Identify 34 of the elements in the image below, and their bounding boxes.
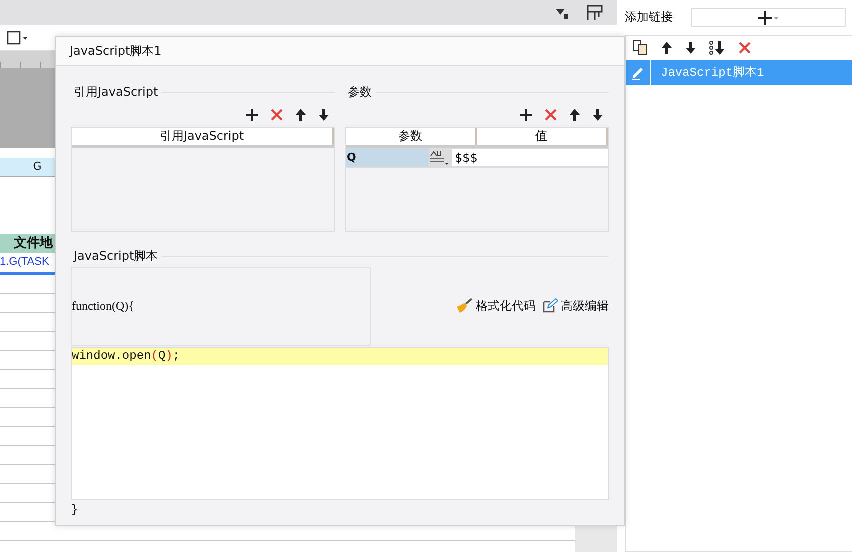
column-header: 引用JavaScript [72, 128, 334, 145]
move-up-icon[interactable] [295, 108, 307, 122]
section-legend: 引用JavaScript [71, 84, 158, 100]
column-header: 值 [477, 128, 608, 145]
move-down-icon[interactable] [592, 108, 604, 122]
column-header: 参数 [346, 128, 477, 145]
move-down-icon[interactable] [318, 108, 330, 122]
edit-icon [542, 298, 558, 314]
broom-icon [455, 298, 473, 314]
add-link-label: 添加链接 [625, 9, 673, 26]
move-up-icon[interactable] [661, 41, 673, 55]
delete-icon[interactable] [270, 108, 284, 122]
dialog-title: JavaScript脚本1 [56, 37, 624, 66]
move-to-bottom-icon[interactable] [709, 40, 726, 56]
move-down-icon[interactable] [685, 41, 697, 55]
function-signature: function(Q){ [72, 298, 134, 314]
closing-brace: } [71, 503, 78, 517]
add-icon[interactable] [245, 108, 259, 122]
delete-icon[interactable] [738, 41, 752, 55]
advanced-edit-button[interactable]: 高级编辑 [542, 298, 609, 314]
param-name-cell[interactable]: Q [346, 148, 429, 167]
value-field[interactable]: $$$ [429, 148, 608, 167]
layout-icon[interactable] [587, 4, 603, 20]
copy-icon[interactable] [633, 40, 649, 56]
border-icon[interactable] [6, 30, 30, 46]
column-header: G [32, 159, 43, 175]
section-legend: 参数 [345, 84, 372, 100]
code-editor[interactable]: window.open(Q); [71, 347, 609, 500]
type-icon[interactable] [429, 149, 451, 166]
format-code-button[interactable]: 格式化代码 [455, 298, 536, 314]
delete-icon[interactable] [544, 108, 558, 122]
add-icon[interactable] [519, 108, 533, 122]
move-up-icon[interactable] [569, 108, 581, 122]
add-icon [758, 10, 780, 24]
